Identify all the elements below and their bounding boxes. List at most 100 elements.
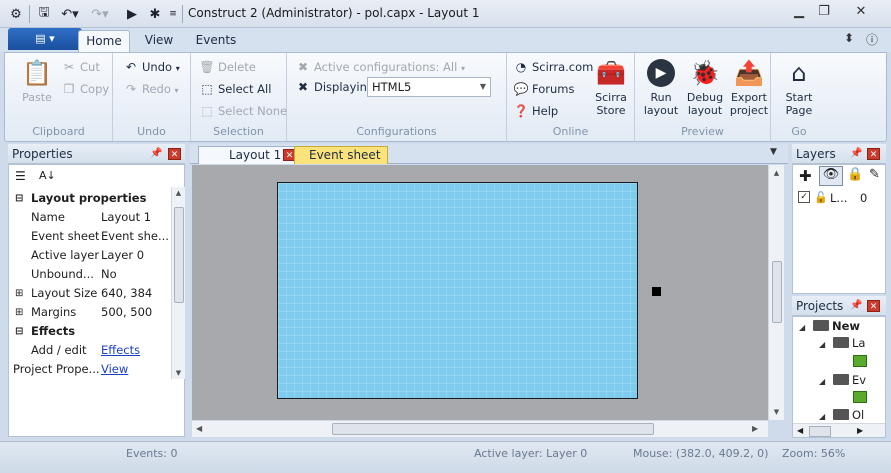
undo-button[interactable]: ↶ Undo ▾: [123, 57, 180, 77]
cut-button[interactable]: ✂ Cut: [61, 57, 100, 77]
scirra-link[interactable]: ◔ Scirra.com: [513, 57, 594, 77]
tree-item-layouts[interactable]: ◢ La: [819, 335, 865, 353]
maximize-icon[interactable]: ❐: [810, 2, 838, 22]
help-info-icon[interactable]: ⓘ: [866, 31, 878, 48]
minimize-icon[interactable]: ▁: [785, 2, 813, 22]
file-menu-button[interactable]: ▤ ▾: [8, 28, 82, 50]
pin-icon[interactable]: 📌: [150, 144, 162, 164]
sort-alphabetical-icon[interactable]: A↓: [39, 169, 56, 182]
save-icon[interactable]: 🖫: [34, 4, 54, 24]
tab-layout-1[interactable]: Layout 1 ✕: [198, 146, 296, 164]
view-project-link[interactable]: View: [101, 360, 171, 379]
property-row[interactable]: ⊞ Layout Size 640, 384: [9, 284, 171, 303]
property-category[interactable]: ⊟ Layout properties: [9, 189, 171, 208]
add-layer-icon[interactable]: ✚: [799, 167, 812, 185]
properties-scrollbar[interactable]: ▲ ▼: [171, 187, 185, 379]
projects-horizontal-scrollbar[interactable]: ◀ ▶: [793, 423, 885, 437]
tab-list-chevron-icon[interactable]: ▼: [770, 147, 777, 157]
event-sheet-file-icon[interactable]: [853, 391, 867, 403]
copy-button[interactable]: ❐ Copy: [61, 79, 110, 99]
redo-quick-icon[interactable]: ↷▾: [88, 4, 112, 24]
undo-quick-icon[interactable]: ↶▾: [58, 4, 82, 24]
debug-quick-icon[interactable]: ✱: [145, 4, 165, 24]
property-row[interactable]: ⊞ Margins 500, 500: [9, 303, 171, 322]
layer-visible-checkbox[interactable]: ✓: [798, 191, 810, 203]
property-value[interactable]: No: [101, 265, 171, 284]
pin-icon[interactable]: 📌: [850, 296, 862, 316]
scroll-right-icon[interactable]: ▶: [857, 426, 863, 435]
ribbon-collapse-icon[interactable]: ⬍: [844, 31, 854, 45]
canvas-horizontal-scrollbar[interactable]: ◀ ▶: [192, 420, 768, 437]
close-icon[interactable]: ✕: [867, 148, 880, 160]
scroll-down-icon[interactable]: ▼: [172, 369, 185, 377]
run-layout-button[interactable]: ▶ Run layout: [639, 57, 683, 117]
property-value[interactable]: Layer 0: [101, 246, 171, 265]
export-project-button[interactable]: 📤 Export project: [727, 57, 771, 118]
customize-toolbar-icon[interactable]: ≡: [167, 4, 179, 24]
forums-link[interactable]: 💬 Forums: [513, 79, 575, 99]
scroll-left-icon[interactable]: ◀: [196, 424, 202, 433]
displaying-select[interactable]: HTML5 ▼: [367, 77, 491, 97]
select-all-button[interactable]: ⬚ Select All: [199, 79, 271, 99]
selected-object[interactable]: [652, 287, 661, 296]
pencil-icon[interactable]: ✎: [869, 167, 880, 182]
property-row[interactable]: Unbound... No: [9, 265, 171, 284]
expand-icon[interactable]: ⊞: [15, 284, 23, 303]
pin-icon[interactable]: 📌: [850, 144, 862, 164]
scroll-up-icon[interactable]: ▲: [172, 189, 185, 197]
property-value[interactable]: 500, 500: [101, 303, 171, 322]
tab-view[interactable]: View: [136, 30, 182, 52]
property-value[interactable]: Event she...: [101, 227, 171, 246]
expand-icon[interactable]: ⊞: [15, 303, 23, 322]
scroll-thumb[interactable]: [772, 261, 782, 323]
tab-home[interactable]: Home: [78, 30, 130, 52]
property-row[interactable]: Add / edit Effects: [9, 341, 171, 360]
sort-categorized-icon[interactable]: ☰: [15, 169, 26, 183]
scroll-up-icon[interactable]: ▲: [769, 169, 784, 177]
unlocked-icon[interactable]: 🔓: [814, 190, 828, 206]
layout-area[interactable]: [277, 182, 638, 399]
scroll-right-icon[interactable]: ▶: [752, 424, 758, 433]
expand-triangle-icon[interactable]: ◢: [799, 320, 813, 336]
help-link[interactable]: ❓ Help: [513, 101, 559, 121]
collapse-icon[interactable]: ⊟: [15, 189, 23, 208]
layout-canvas[interactable]: [192, 165, 768, 420]
tree-item-event-sheets[interactable]: ◢ Ev: [819, 372, 866, 390]
start-page-button[interactable]: ⌂ Start Page: [777, 57, 821, 118]
effects-link[interactable]: Effects: [101, 341, 171, 360]
layer-row[interactable]: ✓ 🔓 L... 0: [794, 190, 884, 206]
scroll-thumb[interactable]: [174, 207, 184, 303]
scroll-down-icon[interactable]: ▼: [769, 408, 784, 416]
close-icon[interactable]: ✕: [847, 2, 875, 22]
expand-triangle-icon[interactable]: ◢: [819, 337, 833, 353]
property-row[interactable]: Event sheet Event she...: [9, 227, 171, 246]
app-gear-icon[interactable]: ⚙: [6, 4, 26, 24]
property-value[interactable]: Layout 1: [101, 208, 171, 227]
scroll-left-icon[interactable]: ◀: [797, 426, 803, 435]
expand-triangle-icon[interactable]: ◢: [819, 374, 833, 390]
property-row[interactable]: Active layer Layer 0: [9, 246, 171, 265]
paste-button[interactable]: 📋 Paste: [13, 57, 61, 105]
property-row[interactable]: Name Layout 1: [9, 208, 171, 227]
layout-file-icon[interactable]: [853, 355, 867, 367]
canvas-vertical-scrollbar[interactable]: ▲ ▼: [768, 165, 784, 420]
debug-layout-button[interactable]: 🐞 Debug layout: [683, 57, 727, 118]
run-quick-icon[interactable]: ▶: [122, 4, 142, 24]
redo-button[interactable]: ↷ Redo ▾: [123, 79, 179, 99]
property-category[interactable]: ⊟ Effects: [9, 322, 171, 341]
close-icon[interactable]: ✕: [168, 148, 181, 160]
collapse-icon[interactable]: ⊟: [15, 322, 23, 341]
tab-event-sheet-1[interactable]: Event sheet 1: [294, 146, 388, 179]
scirra-store-button[interactable]: 🧰 Scirra Store: [591, 57, 631, 118]
select-none-button[interactable]: ⬚ Select None: [199, 101, 287, 121]
property-row-project[interactable]: Project Prope... View: [9, 360, 171, 379]
close-icon[interactable]: ✕: [867, 300, 880, 312]
tree-item-project[interactable]: ◢ New: [799, 318, 860, 336]
tab-events[interactable]: Events: [190, 30, 242, 52]
scroll-thumb[interactable]: [332, 423, 654, 435]
property-value[interactable]: 640, 384: [101, 284, 171, 303]
lock-icon[interactable]: 🔒: [847, 167, 863, 182]
active-configurations-dropdown[interactable]: ✖ Active configurations: All ▾: [295, 57, 465, 77]
delete-button[interactable]: 🗑 Delete: [199, 57, 255, 77]
eye-icon[interactable]: 👁: [819, 166, 843, 186]
